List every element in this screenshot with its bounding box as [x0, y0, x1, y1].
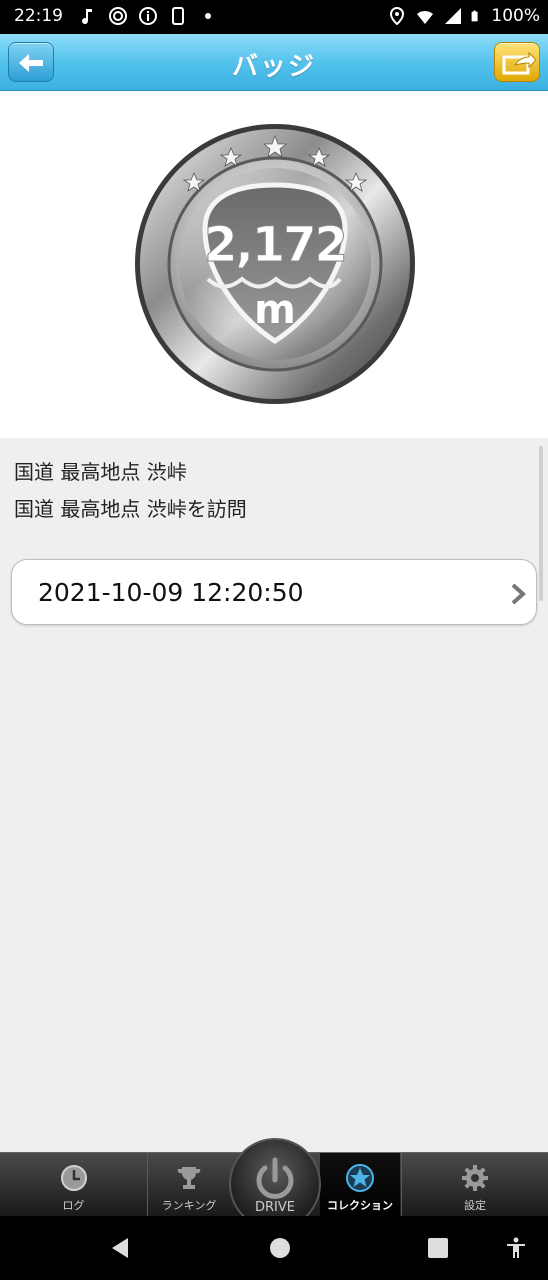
scrollbar[interactable]	[539, 446, 543, 601]
share-button[interactable]	[494, 42, 540, 82]
visit-date: 2021-10-09 12:20:50	[38, 578, 304, 607]
clock-icon	[60, 1165, 87, 1191]
chevron-right-icon	[511, 583, 526, 605]
nav-home-icon[interactable]	[268, 1236, 292, 1260]
drive-label: DRIVE	[255, 1200, 295, 1215]
star-icon	[346, 1164, 374, 1192]
share-arrow-icon	[502, 51, 537, 75]
badge-value: 2,172	[204, 217, 346, 273]
nav-recents-icon[interactable]	[426, 1236, 450, 1260]
phone-icon	[172, 7, 184, 25]
android-nav-bar	[0, 1216, 548, 1280]
app-header: バッジ	[0, 34, 548, 91]
badge-unit: m	[254, 287, 296, 333]
power-icon	[256, 1157, 294, 1199]
tab-settings[interactable]: 設定	[402, 1153, 548, 1217]
status-bar: 22:19 100%	[0, 0, 548, 34]
battery-icon	[471, 10, 478, 22]
badge-area: 2,172 m	[0, 91, 548, 438]
badge-description: 国道 最高地点 渋峠を訪問	[14, 497, 247, 521]
trophy-icon	[177, 1167, 201, 1189]
tab-ranking[interactable]: ランキング	[148, 1153, 230, 1217]
content-area: 国道 最高地点 渋峠 国道 最高地点 渋峠を訪問 2021-10-09 12:2…	[0, 438, 548, 1152]
gear-icon	[462, 1165, 488, 1191]
wifi-strength-icon	[417, 10, 434, 24]
tab-settings-label: 設定	[464, 1199, 486, 1212]
accessibility-icon[interactable]	[504, 1236, 528, 1260]
nav-back-icon[interactable]	[108, 1236, 132, 1260]
tab-collection-label: コレクション	[327, 1199, 393, 1212]
info-icon	[139, 7, 157, 25]
wifi-icon	[109, 7, 127, 25]
visit-record-row[interactable]: 2021-10-09 12:20:50	[11, 559, 537, 625]
tab-collection[interactable]: コレクション	[320, 1153, 400, 1217]
tab-ranking-label: ランキング	[161, 1199, 217, 1212]
status-time: 22:19	[14, 6, 63, 26]
battery-percent: 100%	[491, 6, 540, 26]
altitude-badge: 2,172 m	[135, 124, 415, 404]
dot-icon	[205, 13, 211, 19]
signal-icon	[445, 8, 462, 24]
tab-log-label: ログ	[62, 1199, 85, 1212]
location-icon	[390, 6, 405, 26]
tab-log[interactable]: ログ	[0, 1153, 147, 1217]
page-title: バッジ	[231, 52, 316, 82]
music-note-icon	[82, 9, 92, 25]
badge-name: 国道 最高地点 渋峠	[14, 460, 187, 484]
